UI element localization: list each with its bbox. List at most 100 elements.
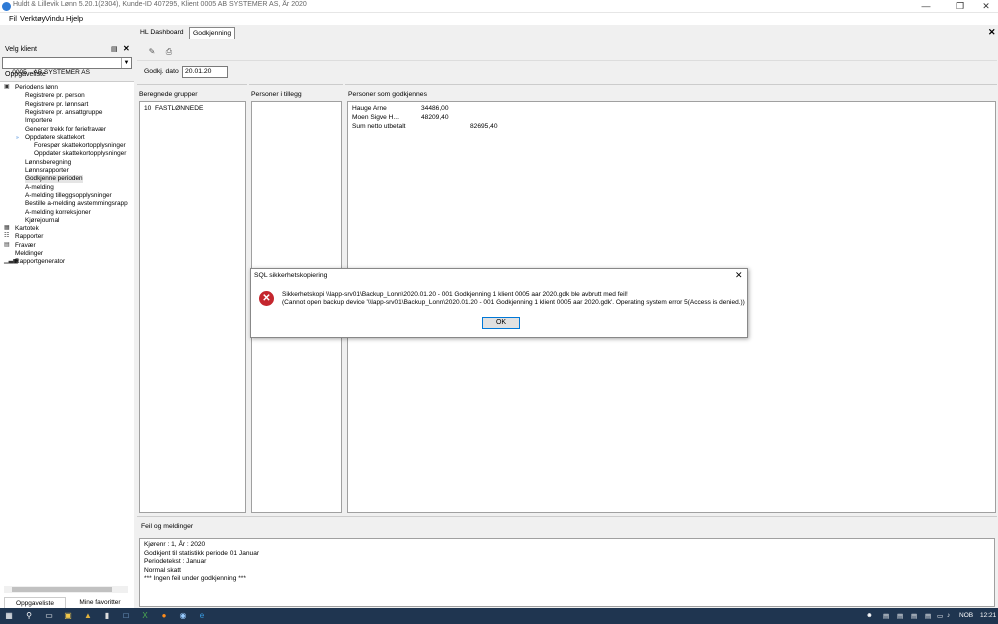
file-explorer-icon[interactable]: ▣ bbox=[63, 611, 73, 621]
groups-panel: Beregnede grupper 10 FASTLØNNEDE bbox=[137, 84, 247, 513]
tree-item[interactable]: Registrere pr. person bbox=[25, 92, 85, 100]
huldt-lillevik-icon[interactable]: ◉ bbox=[178, 611, 188, 621]
tab-hl-dashboard[interactable]: HL Dashboard bbox=[137, 27, 187, 39]
tray-icon-1[interactable]: ▤ bbox=[883, 612, 889, 620]
firefox-icon[interactable]: ● bbox=[159, 611, 169, 621]
chevron-down-icon[interactable]: ▼ bbox=[121, 58, 131, 68]
tab-godkjenning[interactable]: Godkjenning bbox=[189, 27, 236, 39]
errors-title: Feil og meldinger bbox=[141, 523, 194, 530]
tree-item[interactable]: Registrere pr. lønnsart bbox=[25, 101, 88, 109]
volume-icon[interactable]: ♪ bbox=[947, 612, 950, 619]
log-line: Normal skatt bbox=[144, 566, 182, 574]
dialog-close-icon[interactable]: ✕ bbox=[735, 270, 743, 281]
start-icon[interactable]: ▦ bbox=[4, 611, 14, 621]
menu-bar: Fil Verktøy Vindu Hjelp bbox=[0, 13, 998, 25]
tree-item[interactable]: Periodens lønn bbox=[15, 84, 58, 92]
tree-item[interactable]: A-melding bbox=[25, 184, 54, 192]
tree-item[interactable]: Rapportgenerator bbox=[15, 258, 65, 266]
tray-icon-4[interactable]: ▤ bbox=[925, 612, 931, 620]
cards-icon: ▦ bbox=[4, 225, 10, 232]
people-icon[interactable]: ☻ bbox=[866, 612, 873, 619]
group-name[interactable]: FASTLØNNEDE bbox=[155, 105, 203, 112]
tree-item[interactable]: Bestille a-melding avstemmingsrapp bbox=[25, 200, 128, 208]
horizontal-scrollbar[interactable] bbox=[4, 586, 128, 593]
error-icon: ✕ bbox=[259, 291, 274, 306]
tree-item[interactable]: Kartotek bbox=[15, 225, 39, 233]
tree-item[interactable]: A-melding tilleggsopplysninger bbox=[25, 192, 112, 200]
menu-fil[interactable]: Fil bbox=[9, 14, 17, 23]
close-icon[interactable]: ✕ bbox=[972, 0, 998, 13]
tree-item[interactable]: Registrere pr. ansattgruppe bbox=[25, 109, 102, 117]
person-name: Moen Sigve H... bbox=[352, 114, 399, 121]
approved-persons-title: Personer som godkjennes bbox=[348, 91, 427, 98]
log-line: Periodetekst : Januar bbox=[144, 558, 207, 565]
tree-item[interactable]: Kjørejournal bbox=[25, 217, 59, 225]
dialog-title: SQL sikkerhetskopiering bbox=[254, 272, 328, 279]
sum-label: Sum netto utbetalt bbox=[352, 123, 406, 130]
tree-item[interactable]: A-melding korreksjoner bbox=[25, 209, 91, 217]
bar-chart-icon: ▁▃▅ bbox=[4, 258, 18, 265]
network-icon[interactable]: ▭ bbox=[937, 612, 943, 620]
person-amount: 34486,00 bbox=[421, 105, 449, 112]
client-select[interactable]: 0005 AB SYSTEMER AS ▼ bbox=[2, 57, 132, 76]
close-tab-icon[interactable]: ✕ bbox=[988, 27, 996, 38]
tree-item[interactable]: Lønnsberegning bbox=[25, 159, 71, 167]
tray-icon-3[interactable]: ▤ bbox=[911, 612, 917, 620]
chart-app-icon[interactable]: ▮ bbox=[102, 611, 112, 621]
search-icon[interactable]: ⚲ bbox=[24, 611, 34, 621]
print-icon[interactable]: ⎙ bbox=[163, 46, 175, 58]
approve-icon[interactable]: ✎ bbox=[146, 46, 158, 58]
date-label: Godkj. dato bbox=[144, 68, 179, 75]
calendar-icon: ▤ bbox=[4, 241, 10, 248]
person-amount: 48209,40 bbox=[421, 114, 449, 121]
tree-item[interactable]: Fravær bbox=[15, 242, 36, 250]
app-icon-1[interactable]: ▲ bbox=[83, 611, 93, 621]
pane-close-icon[interactable]: ✕ bbox=[123, 44, 130, 53]
tree-item[interactable]: Importere bbox=[25, 117, 52, 125]
folder-icon: ▣ bbox=[4, 84, 10, 90]
groups-list[interactable]: 10 FASTLØNNEDE bbox=[139, 101, 246, 513]
tree-item[interactable]: Meldinger bbox=[15, 250, 43, 258]
maximize-icon[interactable]: ❐ bbox=[946, 0, 974, 13]
excel-icon[interactable]: X bbox=[140, 611, 150, 621]
errors-log[interactable]: Kjørenr : 1, År : 2020 Godkjent til stat… bbox=[139, 538, 995, 607]
errors-panel: Feil og meldinger Kjørenr : 1, År : 2020… bbox=[137, 516, 997, 608]
extra-persons-title: Personer i tillegg bbox=[251, 91, 302, 98]
tree-item[interactable]: Rapporter bbox=[15, 233, 43, 241]
log-line: Kjørenr : 1, År : 2020 bbox=[144, 541, 206, 548]
document-tabs: HL Dashboard Godkjenning bbox=[135, 26, 998, 40]
app-icon bbox=[2, 2, 11, 11]
menu-hjelp[interactable]: Hjelp bbox=[66, 14, 83, 23]
menu-verktoy[interactable]: Verktøy bbox=[20, 14, 45, 23]
clock[interactable]: 12:21 bbox=[980, 612, 996, 619]
tree-item[interactable]: Oppdatere skattekort bbox=[25, 134, 85, 142]
menu-vindu[interactable]: Vindu bbox=[45, 14, 64, 23]
error-dialog: SQL sikkerhetskopiering ✕ ✕ Sikkerhetsko… bbox=[250, 268, 748, 338]
log-line: Godkjent til statistikk periode 01 Janua… bbox=[144, 549, 260, 557]
left-pane-header: Velg klient bbox=[5, 46, 37, 53]
tray-icon-2[interactable]: ▤ bbox=[897, 612, 903, 620]
tree-item[interactable]: Forespør skattekortopplysninger bbox=[34, 142, 126, 150]
sum-value: 82695,40 bbox=[470, 123, 498, 130]
ok-button[interactable]: OK bbox=[482, 317, 520, 329]
dialog-message-line2: (Cannot open backup device '\\lapp-srv01… bbox=[282, 299, 745, 306]
person-name: Hauge Arne bbox=[352, 105, 387, 112]
tree-item[interactable]: Oppdater skattekortopplysninger bbox=[34, 150, 126, 158]
task-view-icon[interactable]: ▭ bbox=[44, 611, 54, 621]
taskbar: ▦ ⚲ ▭ ▣ ▲ ▮ □ X ● ◉ e ☻ ▤ ▤ ▤ ▤ ▭ ♪ NOB … bbox=[0, 608, 998, 624]
window-title: Huldt & Lillevik Lønn 5.20.1(2304), Kund… bbox=[13, 1, 307, 8]
dialog-message-line1: Sikkerhetskopi \\lapp-srv01\Backup_Lonn\… bbox=[282, 291, 628, 298]
date-field[interactable]: 20.01.20 bbox=[182, 66, 228, 78]
log-line: *** Ingen feil under godkjenning *** bbox=[144, 575, 246, 582]
tree-item[interactable]: Generer trekk for feriefravær bbox=[25, 126, 106, 134]
language-indicator[interactable]: NOB bbox=[959, 612, 973, 619]
tree-item[interactable]: Lønnsrapporter bbox=[25, 167, 69, 175]
app-icon-2[interactable]: □ bbox=[121, 611, 131, 621]
pin-icon[interactable]: ▤ bbox=[111, 45, 118, 53]
task-tree: ▣ Periodens lønn Registrere pr. person Regi… bbox=[0, 81, 134, 611]
minimize-icon[interactable]: — bbox=[912, 0, 940, 13]
internet-explorer-icon[interactable]: e bbox=[197, 611, 207, 621]
expand-icon[interactable]: » bbox=[16, 134, 23, 141]
tree-item[interactable]: Godkjenne perioden bbox=[25, 175, 83, 184]
task-list-title: Oppgaveliste bbox=[5, 71, 46, 78]
